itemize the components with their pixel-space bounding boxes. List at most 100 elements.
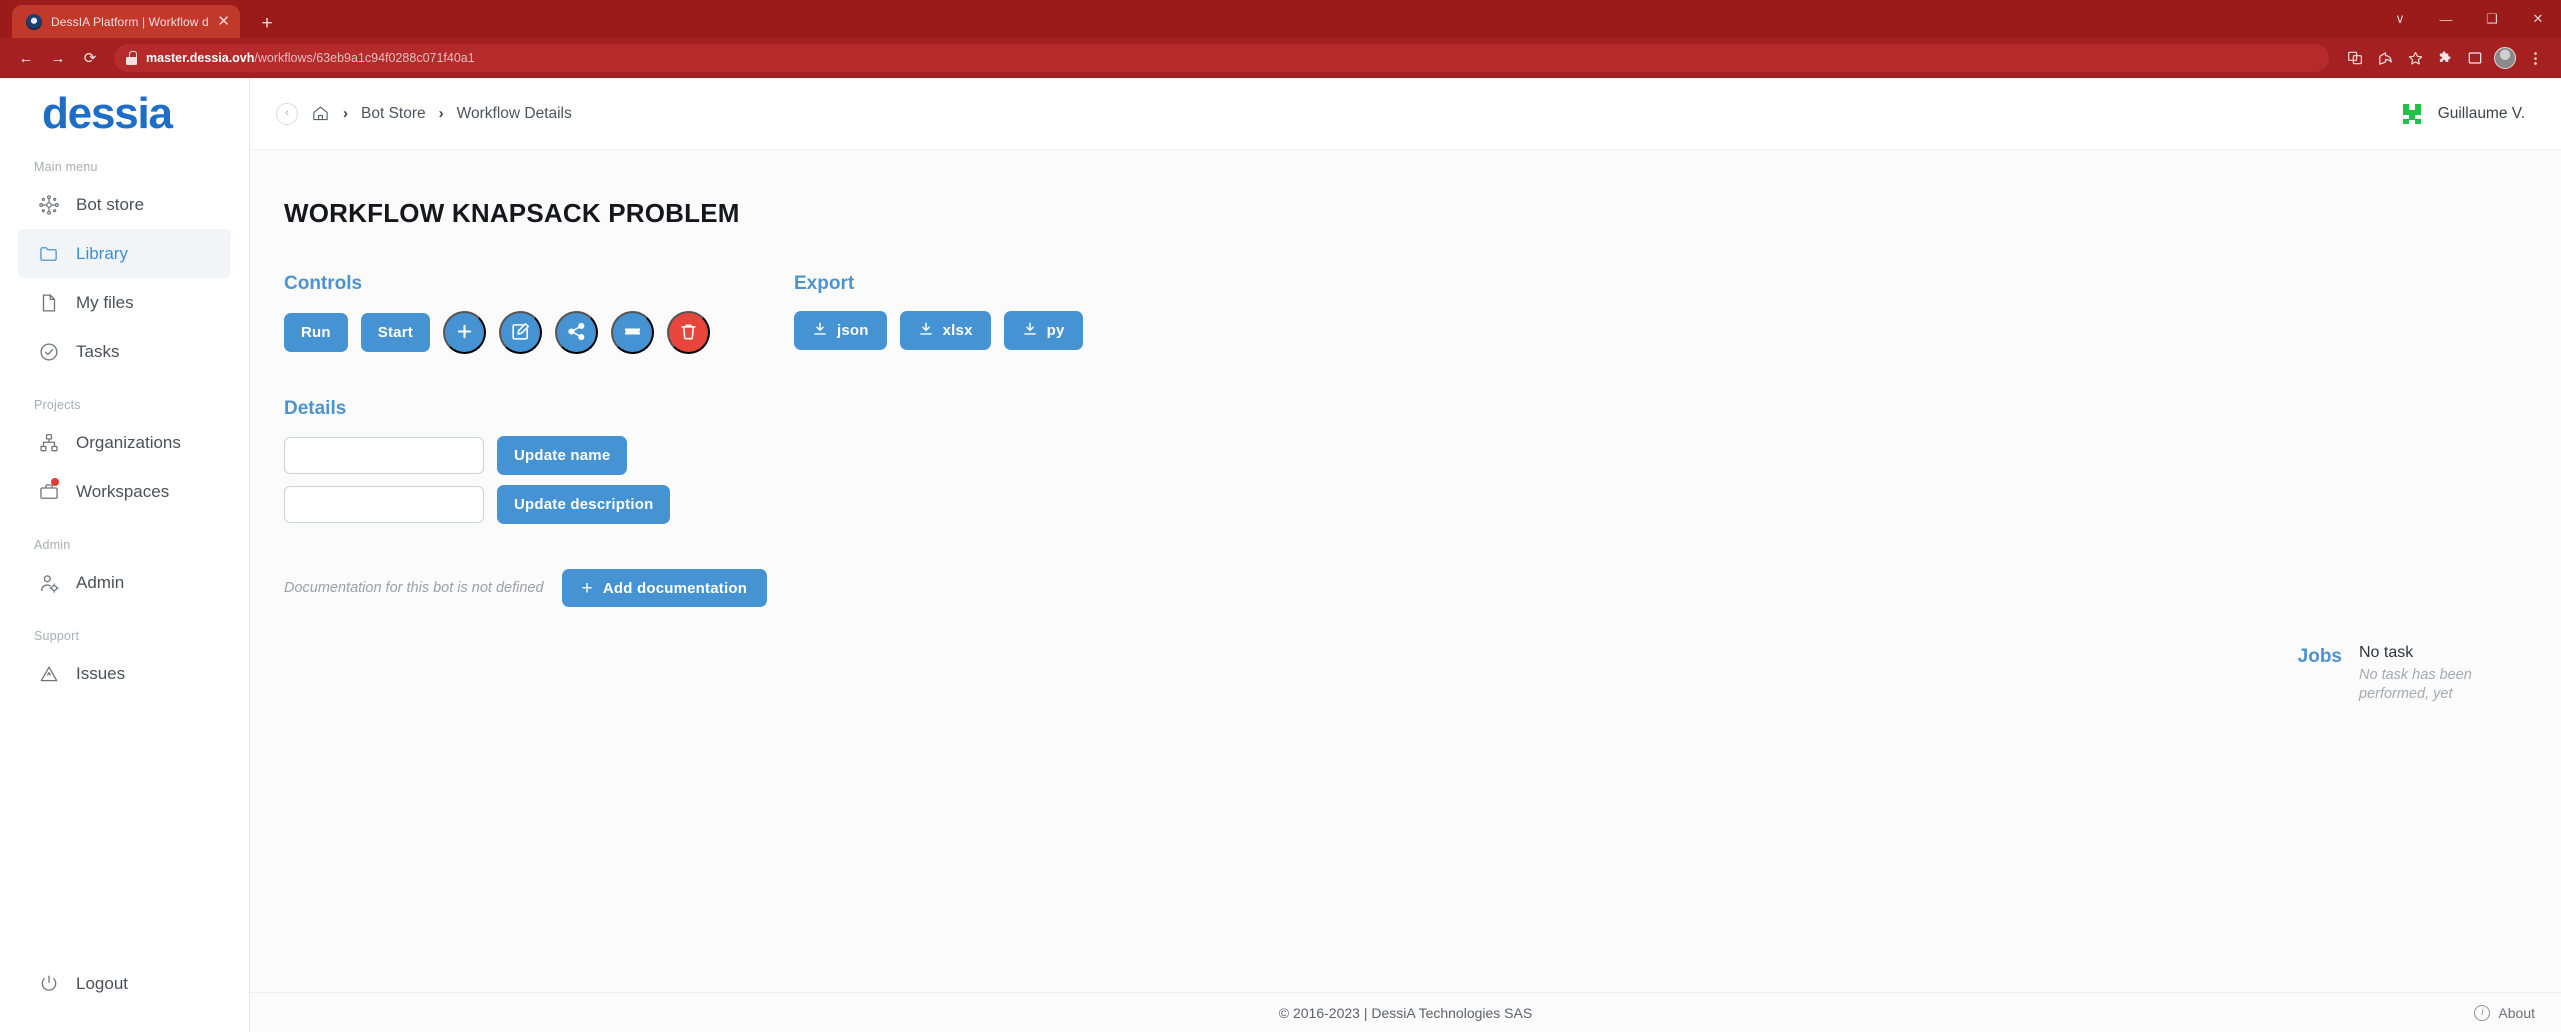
side-panel-icon[interactable]: [2461, 44, 2489, 72]
export-button-row: json xlsx py: [794, 311, 1083, 350]
toolbar-actions: [2341, 44, 2549, 72]
export-xlsx-button[interactable]: xlsx: [899, 311, 991, 350]
url-path: /workflows/63eb9a1c94f0288c071f40a1: [254, 51, 475, 65]
app-body: dessia Main menu Bot store Library My fi…: [0, 78, 2561, 1032]
maximize-icon[interactable]: ❑: [2469, 0, 2515, 38]
close-icon[interactable]: ✕: [217, 14, 230, 29]
bookmark-star-icon[interactable]: [2401, 44, 2429, 72]
export-json-button[interactable]: json: [794, 311, 887, 350]
forward-icon[interactable]: →: [44, 44, 72, 72]
run-button[interactable]: Run: [284, 313, 348, 352]
back-icon[interactable]: ←: [12, 44, 40, 72]
home-icon[interactable]: [311, 104, 330, 123]
window-controls: ∨ — ❑ ✕: [2377, 0, 2561, 38]
sidebar-item-tasks[interactable]: Tasks: [18, 327, 231, 376]
update-name-button[interactable]: Update name: [497, 436, 628, 475]
name-input[interactable]: [284, 437, 484, 474]
browser-tabstrip: DessIA Platform | Workflow detai ✕ + ∨ —…: [0, 0, 2561, 38]
breadcrumb: ‹ › Bot Store › Workflow Details: [250, 102, 572, 125]
trash-icon: [678, 321, 699, 345]
download-icon: [812, 321, 828, 341]
sidebar-item-workspaces[interactable]: Workspaces: [18, 467, 231, 516]
jobs-title: Jobs: [2297, 646, 2342, 667]
power-icon: [38, 973, 60, 995]
sidebar-item-label: My files: [76, 292, 134, 312]
download-icon: [1022, 321, 1038, 341]
sidebar-item-label: Workspaces: [76, 481, 170, 501]
nav-group-support-label: Support: [34, 629, 80, 643]
avatar: [2400, 102, 2424, 126]
brand-text: dessia: [42, 89, 173, 138]
about-label: About: [2498, 1004, 2535, 1021]
footer: © 2016-2023 | DessiA Technologies SAS i …: [250, 992, 2561, 1032]
profile-avatar[interactable]: [2491, 44, 2519, 72]
breadcrumb-bot-store[interactable]: Bot Store: [361, 105, 426, 123]
chrome-menu-icon[interactable]: [2521, 44, 2549, 72]
share-button[interactable]: [554, 311, 598, 354]
user-menu[interactable]: Guillaume V.: [2400, 102, 2525, 126]
edit-button[interactable]: [498, 311, 542, 354]
browser-window: DessIA Platform | Workflow detai ✕ + ∨ —…: [0, 0, 2561, 1032]
sidebar-item-label: Admin: [76, 572, 125, 592]
ticket-button[interactable]: [610, 311, 654, 354]
user-gear-icon: [38, 572, 60, 594]
sidebar-item-label: Issues: [76, 663, 126, 683]
minimize-icon[interactable]: —: [2423, 0, 2469, 38]
ticket-icon: [622, 321, 643, 345]
dessia-favicon-icon: [26, 13, 42, 30]
logout-button[interactable]: Logout: [18, 959, 231, 1008]
share-icon[interactable]: [2371, 44, 2399, 72]
about-link[interactable]: i About: [2474, 1004, 2535, 1021]
chevron-down-icon[interactable]: ∨: [2377, 0, 2423, 38]
extensions-icon[interactable]: [2431, 44, 2459, 72]
url-host: master.dessia.ovh: [146, 51, 255, 65]
add-documentation-button[interactable]: + Add documentation: [561, 569, 768, 607]
export-title: Export: [794, 273, 855, 294]
sidebar-item-issues[interactable]: Issues: [18, 649, 231, 698]
start-button[interactable]: Start: [360, 313, 430, 352]
export-section: Export json xlsx py: [794, 273, 1083, 350]
description-field-row: Update description: [284, 485, 2525, 524]
delete-button[interactable]: [666, 311, 710, 354]
share-nodes-icon: [566, 321, 587, 345]
file-icon: [38, 292, 60, 314]
nav-group-main-menu-label: Main menu: [34, 160, 98, 174]
warning-triangle-icon: [38, 663, 60, 685]
export-py-button[interactable]: py: [1003, 311, 1083, 350]
breadcrumb-separator: ›: [343, 105, 348, 122]
new-tab-button[interactable]: +: [254, 14, 280, 33]
jobs-section: Jobs No task No task has been performed,…: [2298, 642, 2519, 705]
add-button[interactable]: [442, 311, 486, 354]
controls-export-row: Controls Run Start Export json xlsx py: [284, 273, 2525, 354]
info-icon: i: [2474, 1004, 2491, 1021]
browser-toolbar: ← → ⟳ master.dessia.ovh/workflows/63eb9a…: [0, 38, 2561, 78]
documentation-note: Documentation for this bot is not define…: [284, 580, 544, 596]
translate-icon[interactable]: [2341, 44, 2369, 72]
browser-tab[interactable]: DessIA Platform | Workflow detai ✕: [12, 5, 240, 38]
sidebar-item-label: Library: [76, 243, 128, 263]
sidebar-item-label: Bot store: [76, 194, 145, 214]
reload-icon[interactable]: ⟳: [76, 44, 104, 72]
sidebar-item-bot-store[interactable]: Bot store: [18, 180, 231, 229]
nav-group-admin-label: Admin: [34, 538, 71, 552]
sidebar-item-organizations[interactable]: Organizations: [18, 418, 231, 467]
org-hierarchy-icon: [38, 432, 60, 454]
brand-logo[interactable]: dessia: [0, 78, 249, 150]
breadcrumb-separator: ›: [438, 105, 444, 122]
close-window-icon[interactable]: ✕: [2515, 0, 2561, 38]
address-bar[interactable]: master.dessia.ovh/workflows/63eb9a1c94f0…: [114, 44, 2329, 72]
description-input[interactable]: [284, 486, 484, 523]
sidebar-footer: Logout: [0, 959, 249, 1032]
folder-icon: [38, 243, 60, 265]
user-name: Guillaume V.: [2437, 104, 2525, 122]
nav-group-projects-label: Projects: [34, 398, 81, 412]
download-icon: [918, 321, 934, 341]
main-panel: WORKFLOW KNAPSACK PROBLEM Controls Run S…: [250, 150, 2561, 992]
sidebar-item-library[interactable]: Library: [18, 229, 231, 278]
sidebar-item-admin[interactable]: Admin: [18, 558, 231, 607]
sidebar-item-my-files[interactable]: My files: [18, 278, 231, 327]
sidebar-collapse-button[interactable]: ‹: [276, 102, 298, 125]
sidebar-item-label: Organizations: [76, 432, 181, 452]
jobs-status-detail: No task has been performed, yet: [2359, 666, 2472, 703]
update-description-button[interactable]: Update description: [497, 485, 671, 524]
